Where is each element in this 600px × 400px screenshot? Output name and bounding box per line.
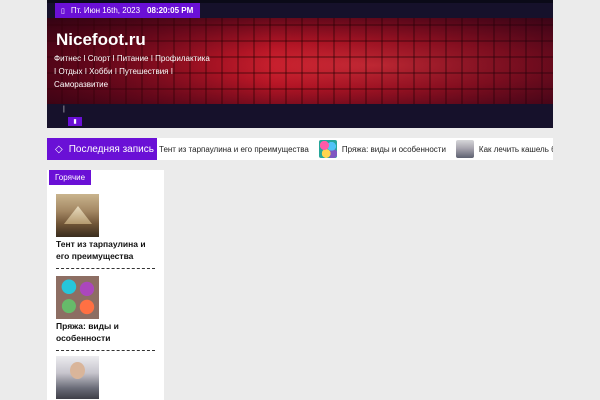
divider bbox=[56, 268, 155, 269]
ticker-item-title[interactable]: Пряжа: виды и особенности bbox=[342, 145, 446, 154]
nav-separator: | bbox=[63, 106, 65, 113]
latest-posts-ticker: ◇ Последняя запись Тент из тарпаулина и … bbox=[47, 138, 553, 160]
ticker-item[interactable]: Тент из тарпаулина и его преимущества bbox=[159, 145, 309, 154]
calendar-icon: ▯ bbox=[61, 7, 65, 15]
time-text: 08:20:05 PM bbox=[147, 6, 194, 15]
ticker-item-title[interactable]: Как лечить кашель без bbox=[479, 145, 553, 154]
list-item: Тент из тарпаулина и его преимущества bbox=[56, 194, 156, 269]
post-thumbnail[interactable] bbox=[56, 356, 99, 399]
ticker-label-text: Последняя запись bbox=[68, 143, 154, 155]
ticker-item[interactable]: Как лечить кашель без bbox=[455, 140, 553, 158]
date-text: Пт. Июн 16th, 2023 bbox=[70, 6, 141, 15]
ticker-item[interactable]: Пряжа: виды и особенности bbox=[318, 140, 446, 158]
ticker-label: ◇ Последняя запись bbox=[47, 138, 157, 160]
top-bar: ▯ Пт. Июн 16th, 2023 08:20:05 PM bbox=[47, 0, 553, 18]
ticker-item-thumbnail[interactable] bbox=[455, 140, 474, 158]
date-time-box: ▯ Пт. Июн 16th, 2023 08:20:05 PM bbox=[55, 3, 201, 18]
menu-toggle-button[interactable]: ▮ bbox=[68, 117, 82, 126]
ticker-item-thumbnail[interactable] bbox=[318, 140, 337, 158]
menu-icon: ▮ bbox=[73, 119, 77, 125]
post-thumbnail[interactable] bbox=[56, 194, 99, 237]
widget-tag[interactable]: Горячие bbox=[49, 170, 92, 185]
post-thumbnail[interactable] bbox=[56, 276, 99, 319]
site-description: Фитнес I Спорт I Питание I Профилактика … bbox=[54, 54, 210, 89]
list-item: Пряжа: виды и особенности bbox=[56, 276, 156, 351]
site-title[interactable]: Nicefoot.ru bbox=[56, 30, 146, 50]
post-title[interactable]: Тент из тарпаулина и его преимущества bbox=[56, 238, 156, 262]
main-navigation: | ▮ bbox=[47, 104, 553, 128]
header-banner: Nicefoot.ru Фитнес I Спорт I Питание I П… bbox=[47, 18, 553, 104]
list-item bbox=[56, 356, 156, 400]
divider bbox=[56, 350, 155, 351]
tag-icon: ◇ bbox=[55, 143, 63, 155]
sidebar-widget: Горячие Тент из тарпаулина и его преимущ… bbox=[47, 170, 164, 400]
post-title[interactable]: Пряжа: виды и особенности bbox=[56, 320, 156, 344]
ticker-items: Тент из тарпаулина и его преимущества Пр… bbox=[159, 138, 553, 160]
ticker-item-title[interactable]: Тент из тарпаулина и его преимущества bbox=[159, 145, 309, 154]
